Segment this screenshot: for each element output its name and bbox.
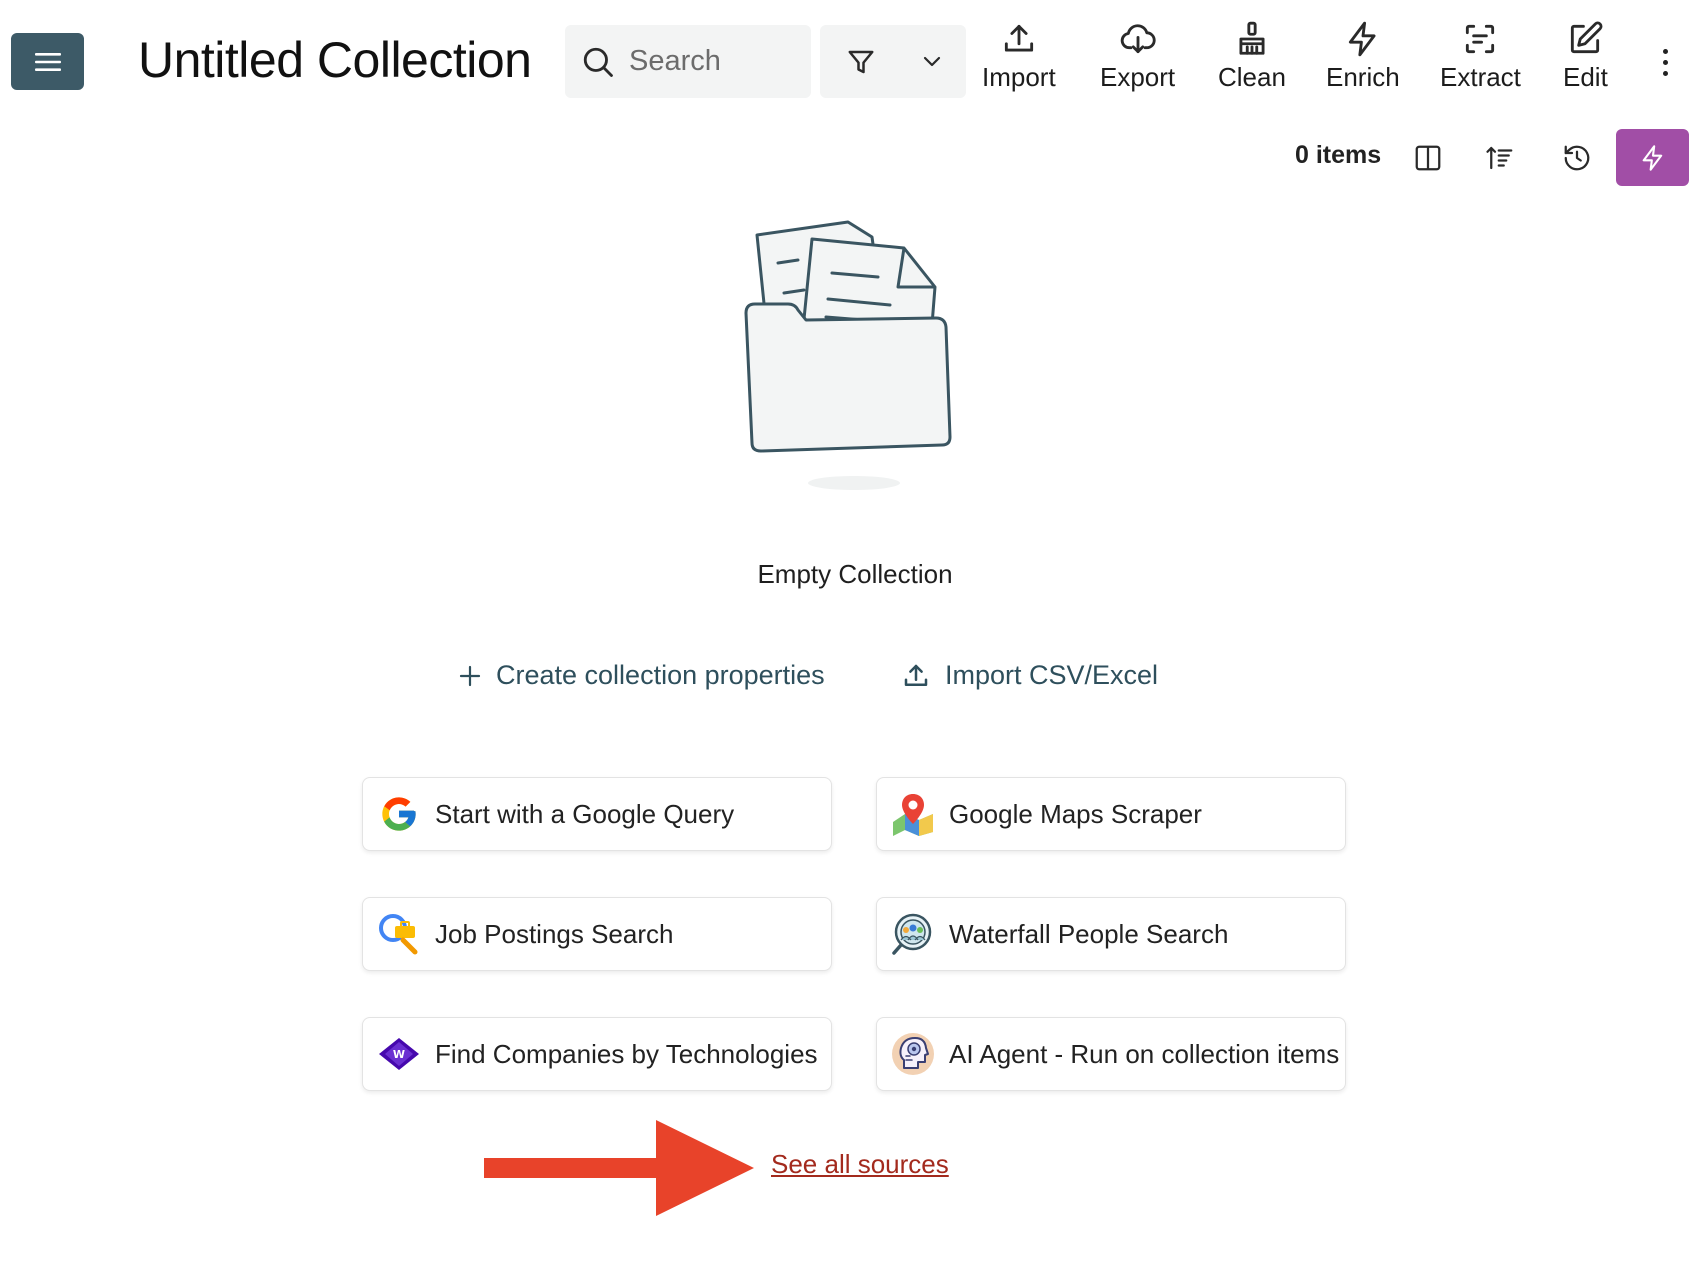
lightning-icon (1348, 21, 1376, 57)
import-csv-label: Import CSV/Excel (945, 660, 1159, 690)
extract-label: Extract (1440, 62, 1521, 92)
import-csv-link[interactable]: Import CSV/Excel (901, 660, 1158, 691)
source-card-waterfall-people[interactable]: Waterfall People Search (876, 897, 1346, 971)
map-pin-icon (891, 792, 935, 836)
filter-icon (848, 50, 874, 73)
lightning-icon (1642, 144, 1662, 171)
more-options-button[interactable] (1650, 42, 1680, 82)
quick-enrich-button[interactable] (1616, 129, 1689, 186)
search-box[interactable] (565, 25, 811, 98)
extract-button[interactable]: Extract (1440, 20, 1521, 100)
upload-icon (904, 664, 928, 686)
svg-text:W: W (393, 1048, 405, 1061)
page-title[interactable]: Untitled Collection (138, 28, 532, 92)
job-search-icon (377, 912, 421, 956)
enrich-label: Enrich (1326, 62, 1400, 92)
source-card-google-query[interactable]: Start with a Google Query (362, 777, 832, 851)
history-icon (1564, 145, 1590, 171)
wappalyzer-icon: W (377, 1032, 421, 1076)
export-label: Export (1100, 62, 1176, 92)
export-button[interactable]: Export (1100, 20, 1175, 100)
source-card-label: Find Companies by Technologies (435, 1038, 818, 1069)
source-card-label: AI Agent - Run on collection items (949, 1038, 1340, 1069)
plus-icon (459, 665, 481, 686)
edit-label: Edit (1563, 62, 1608, 92)
create-properties-link[interactable]: Create collection properties (458, 660, 825, 691)
import-button[interactable]: Import (982, 20, 1056, 100)
more-dot-icon (1662, 48, 1668, 54)
search-icon (583, 47, 613, 77)
columns-icon (1415, 145, 1441, 171)
search-input[interactable] (627, 44, 801, 79)
cloud-download-icon (1120, 24, 1156, 54)
sort-button[interactable] (1480, 138, 1520, 178)
source-card-label: Waterfall People Search (949, 918, 1229, 949)
more-dot-icon (1662, 70, 1668, 76)
empty-folder-illustration (744, 220, 952, 490)
edit-button[interactable]: Edit (1563, 20, 1608, 100)
upload-icon (1004, 24, 1033, 52)
more-dot-icon (1662, 59, 1668, 65)
source-card-label: Job Postings Search (435, 918, 674, 949)
edit-icon (1571, 21, 1603, 54)
arrow-annotation-icon (484, 1120, 754, 1216)
source-card-find-companies[interactable]: W Find Companies by Technologies (362, 1017, 832, 1091)
hamburger-icon (34, 52, 61, 71)
source-card-google-maps[interactable]: Google Maps Scraper (876, 777, 1346, 851)
broom-icon (1239, 21, 1265, 55)
people-search-icon (891, 912, 935, 956)
clean-button[interactable]: Clean (1218, 20, 1286, 100)
menu-button[interactable] (11, 33, 84, 90)
columns-toggle-button[interactable] (1408, 138, 1448, 178)
clean-label: Clean (1218, 62, 1286, 92)
see-all-sources-link[interactable]: See all sources (771, 1149, 949, 1180)
source-card-ai-agent[interactable]: AI Agent - Run on collection items (876, 1017, 1346, 1091)
source-card-job-postings[interactable]: Job Postings Search (362, 897, 832, 971)
filter-dropdown[interactable] (820, 25, 966, 98)
empty-state-title: Empty Collection (757, 559, 953, 589)
sort-icon (1486, 146, 1513, 170)
history-button[interactable] (1557, 138, 1597, 178)
import-label: Import (982, 62, 1056, 92)
create-properties-label: Create collection properties (496, 660, 825, 690)
enrich-button[interactable]: Enrich (1326, 20, 1400, 100)
items-count: 0 items (1295, 141, 1382, 169)
source-card-label: Google Maps Scraper (949, 798, 1202, 829)
chevron-down-icon (923, 56, 941, 66)
google-icon (377, 792, 421, 836)
scan-text-icon (1466, 24, 1495, 54)
source-card-label: Start with a Google Query (435, 798, 735, 829)
ai-head-icon (891, 1032, 935, 1076)
